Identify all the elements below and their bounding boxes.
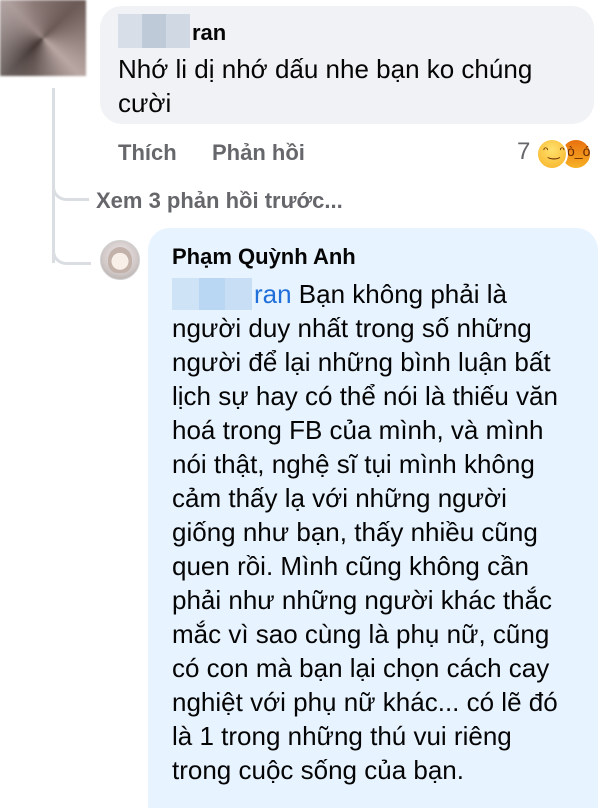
reply-text-line: nghiệt với phụ nữ khác... có lẽ đó [172, 687, 558, 717]
reply-text-segment: Bạn không phải là [291, 279, 507, 309]
thread-connector [52, 238, 91, 265]
comment-text-line: Nhớ li dị nhớ dấu nhe bạn ko chúng [118, 54, 533, 84]
avatar-image [108, 247, 132, 273]
comment-text: Nhớ li dị nhớ dấu nhe bạn ko chúng cười [118, 52, 578, 120]
reply-text-line: giống như bạn, thấy nhiều cũng [172, 517, 538, 547]
reply-first-line: ran Bạn không phải là [172, 277, 587, 311]
haha-icon[interactable]: ᵔ‿ᵔ [536, 138, 568, 170]
mention-link[interactable]: ran [172, 279, 292, 309]
view-previous-replies-link[interactable]: Xem 3 phản hồi trước... [96, 188, 343, 214]
reply-text-line: người để lại những bình luận bất [172, 347, 551, 377]
reply-text-line: quen rồi. Mình cũng không cần [172, 551, 530, 581]
reply-text-line: phải như những người khác thắc [172, 585, 553, 615]
reply-button[interactable]: Phản hồi [212, 140, 305, 166]
reply-text-line: trong cuộc sống của bạn. [172, 755, 464, 785]
reply-text-line: hoá trong FB của mình, và mình [172, 415, 544, 445]
reply-text-line: mắc vì sao cùng là phụ nữ, cũng [172, 619, 550, 649]
reply-text-line: là 1 trong những thú vui riêng [172, 721, 512, 751]
like-button[interactable]: Thích [118, 140, 177, 165]
avatar[interactable] [100, 240, 140, 280]
reply-text-line: có con mà bạn lại chọn cách cay [172, 653, 550, 683]
reply-text-line: nói thật, nghệ sĩ tụi mình không [172, 449, 535, 479]
comment-actions: Thích Phản hồi [118, 140, 305, 166]
avatar-blurred[interactable] [0, 0, 86, 76]
reply-author[interactable]: Phạm Quỳnh Anh [172, 244, 356, 270]
reply-text-line: lịch sự hay có thể nói là thiếu văn [172, 381, 558, 411]
author-name-blurred [118, 14, 190, 48]
reaction-count[interactable]: 7 [517, 138, 530, 166]
comment-text-line: cười [118, 88, 172, 118]
thread-connector [52, 174, 89, 201]
reply-text-line: người duy nhất trong số những [172, 313, 532, 343]
comment-author[interactable]: ran [192, 20, 226, 46]
reply-text-line: cảm thấy lạ với những người [172, 483, 507, 513]
reply-text: ran Bạn không phải là người duy nhất tro… [172, 277, 587, 787]
